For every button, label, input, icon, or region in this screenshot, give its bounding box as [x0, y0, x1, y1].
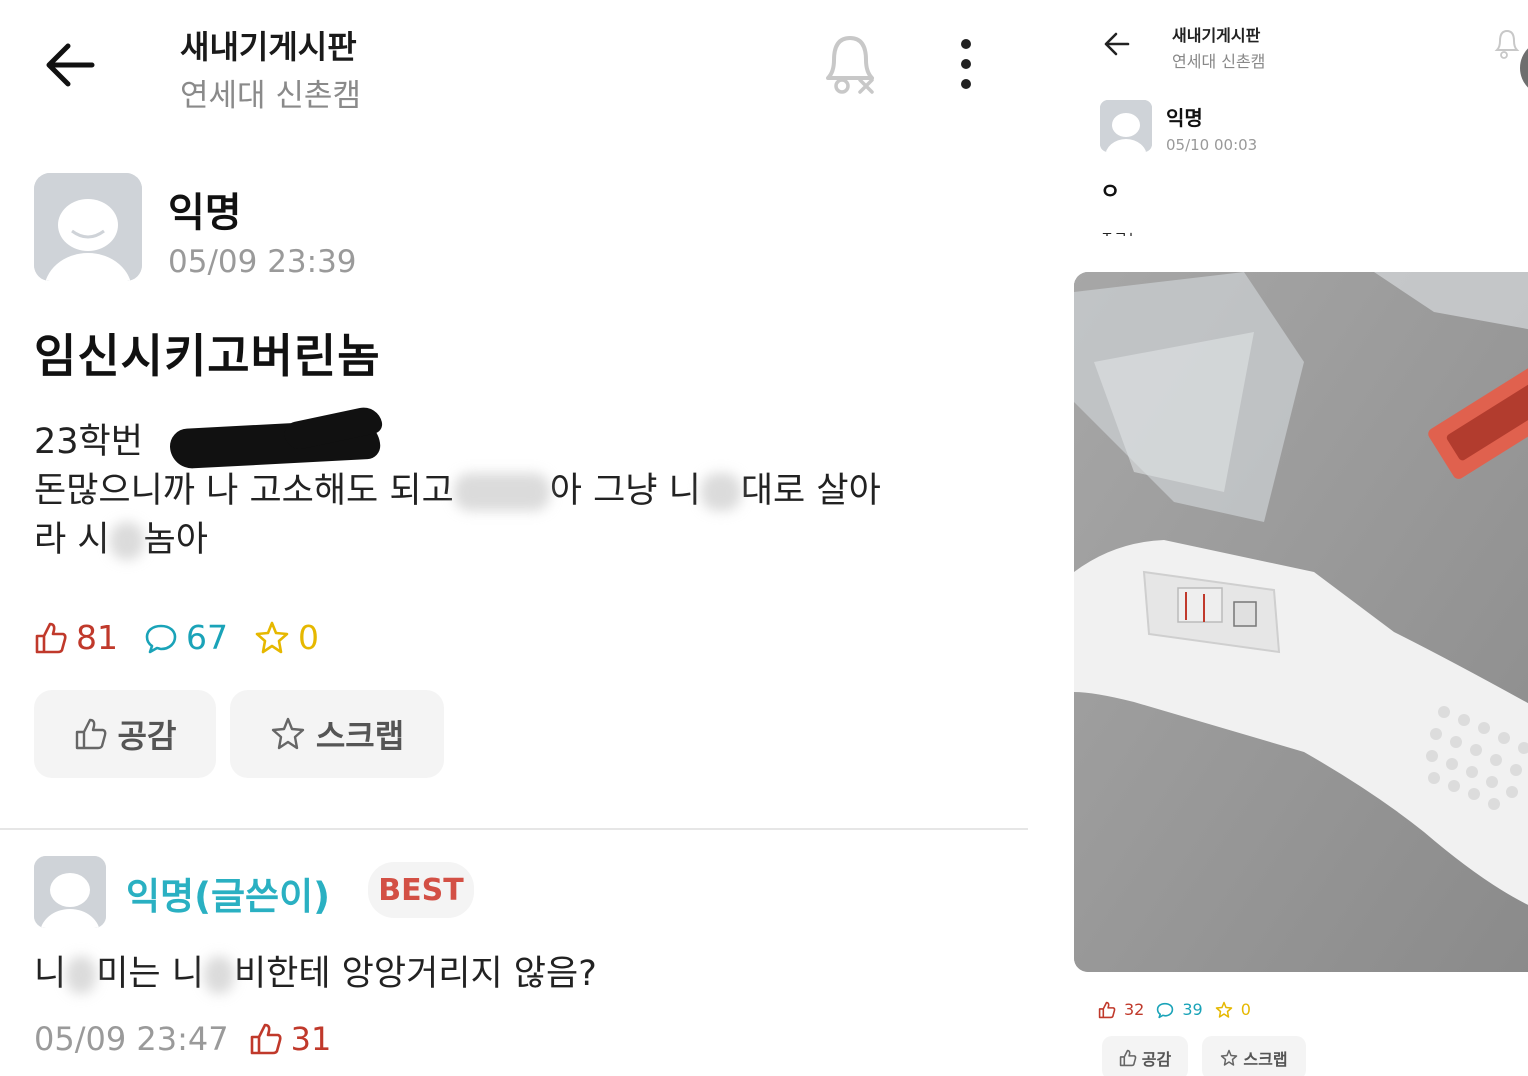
comment-count: 67 — [144, 618, 228, 657]
body-line: 라 시 놈아 — [34, 516, 994, 565]
board-title: 새내기게시판 — [1172, 26, 1261, 45]
comment-time: 05/09 23:47 — [34, 1020, 229, 1058]
thumbs-up-icon — [1119, 1049, 1137, 1067]
like-button[interactable]: 공감 — [1102, 1036, 1188, 1076]
thumbs-up-icon — [250, 1023, 282, 1055]
comment-count: 39 — [1156, 1000, 1203, 1019]
blurred-text — [109, 522, 144, 560]
body-text: 라 시 — [34, 520, 110, 560]
bell-off-icon[interactable] — [820, 30, 882, 98]
body-text: 23학번 — [34, 422, 143, 462]
back-arrow-icon[interactable] — [42, 40, 100, 90]
thumbs-up-icon — [35, 622, 67, 653]
post-body-cut: ㅈㄱㄴ — [1100, 222, 1141, 236]
post-time: 05/09 23:39 — [168, 244, 357, 280]
post-stats: 32 39 0 — [1098, 1000, 1251, 1019]
body-text: 아 그냥 니 — [549, 471, 701, 511]
board-title: 새내기게시판 — [180, 28, 357, 66]
star-icon — [1215, 1001, 1232, 1018]
comment-text-part: 비한테 앙앙거리지 않음? — [233, 954, 597, 994]
comment-count-value: 39 — [1182, 1000, 1203, 1019]
like-count: 32 — [1098, 1000, 1144, 1019]
scrap-button[interactable]: 스크랩 — [230, 690, 444, 778]
avatar — [34, 173, 142, 281]
body-text: 돈많으니까 나 고소해도 되고 — [34, 471, 454, 511]
blurred-text — [66, 956, 97, 994]
comment-bubble-icon — [1157, 1002, 1174, 1018]
board-subtitle: 연세대 신촌캠 — [180, 78, 361, 114]
post-time: 05/10 00:03 — [1166, 136, 1258, 154]
body-line: 돈많으니까 나 고소해도 되고 아 그냥 니 대로 살아 — [34, 467, 994, 516]
bell-off-icon[interactable] — [1494, 28, 1520, 60]
comment-bubble-icon — [145, 624, 177, 653]
scrap-count-value: 0 — [298, 618, 319, 657]
thumbs-up-icon — [75, 718, 106, 750]
scrap-button-label: 스크랩 — [315, 717, 405, 755]
post-title: ㅇ — [1100, 180, 1121, 205]
scrap-button-label: 스크랩 — [1243, 1050, 1288, 1069]
star-icon — [1221, 1049, 1238, 1066]
blurred-text — [203, 956, 234, 994]
divider — [0, 828, 1028, 830]
comment-text-part: 니 — [34, 954, 67, 994]
comment-text: 니 미는 니 비한테 앙앙거리지 않음? — [34, 945, 597, 996]
body-text: 대로 살아 — [740, 471, 881, 511]
star-icon — [255, 621, 289, 653]
floating-edge-button[interactable] — [1520, 40, 1528, 96]
body-line: 23학번 — [34, 404, 994, 470]
comment-text-part: 미는 니 — [96, 954, 204, 994]
board-subtitle: 연세대 신촌캠 — [1172, 52, 1266, 71]
comment-like-value: 31 — [290, 1020, 332, 1058]
comment-like-count[interactable]: 31 — [249, 1020, 332, 1058]
best-badge: BEST — [368, 862, 474, 918]
left-screen: 새내기게시판 연세대 신촌캠 익명 05/09 23:39 임신시키고버린놈 2… — [0, 0, 1030, 1076]
post-title: 임신시키고버린놈 — [34, 329, 381, 383]
scrap-count: 0 — [254, 618, 319, 657]
back-arrow-icon[interactable] — [1102, 30, 1132, 58]
like-button-label: 공감 — [1141, 1050, 1172, 1069]
body-text: 놈아 — [143, 520, 208, 560]
post-body: 23학번 돈많으니까 나 고소해도 되고 아 그냥 니 대로 살아 라 시 놈아 — [34, 404, 994, 565]
like-count: 81 — [34, 618, 118, 657]
blurred-text — [453, 473, 550, 511]
comment-count-value: 67 — [186, 618, 228, 657]
post-author: 익명 — [168, 190, 242, 236]
blurred-text — [700, 473, 741, 511]
more-vertical-icon[interactable] — [952, 38, 980, 92]
like-count-value: 32 — [1124, 1000, 1145, 1019]
comment-meta: 05/09 23:47 31 — [34, 1020, 331, 1058]
scrap-count-value: 0 — [1240, 1000, 1251, 1019]
avatar — [1100, 100, 1152, 152]
comment-avatar — [34, 856, 106, 928]
comment-author: 익명(글쓴이) — [126, 875, 331, 918]
post-stats: 81 67 0 — [34, 618, 319, 657]
pregnancy-test-photo — [1074, 272, 1528, 972]
post-photo[interactable] — [1074, 272, 1528, 972]
thumbs-up-icon — [1098, 1001, 1116, 1018]
like-button[interactable]: 공감 — [34, 690, 216, 778]
right-screen: 새내기게시판 연세대 신촌캠 익명 05/10 00:03 ㅇ ㅈㄱㄴ — [1030, 0, 1528, 1076]
scrap-count: 0 — [1215, 1000, 1251, 1019]
post-author: 익명 — [1166, 106, 1203, 130]
scrap-button[interactable]: 스크랩 — [1202, 1036, 1306, 1076]
like-button-label: 공감 — [117, 717, 177, 755]
star-icon — [271, 717, 305, 750]
like-count-value: 81 — [76, 618, 118, 657]
